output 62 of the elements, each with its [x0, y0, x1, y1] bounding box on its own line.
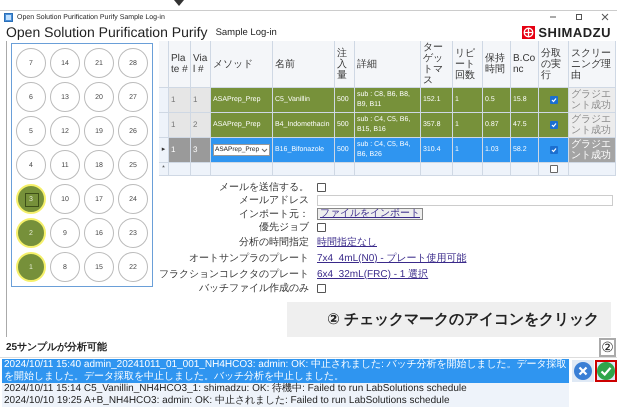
logo-icon [522, 26, 536, 38]
checkbox[interactable] [550, 96, 558, 104]
log-entry[interactable]: 2024/10/11 15:14 C5_Vanillin_NH4HCO3_1: shimadzu: OK: 待機中: Failed to run LabSolutions schedule [2, 383, 569, 395]
field-label: 優先ジョブ [258, 222, 309, 233]
check-icon [550, 122, 556, 128]
table-cell: グラジエント成功 [569, 113, 616, 137]
status-text: 25サンプルが分析可能 [6, 340, 108, 355]
link[interactable]: 6x4_32mL(FRC) - 1 選択 [317, 267, 428, 281]
import-button[interactable]: ファイルをインポート [317, 208, 423, 220]
checkbox[interactable] [550, 121, 558, 129]
checkbox[interactable] [317, 284, 326, 293]
column-header[interactable]: スクリーニング理由 [569, 41, 616, 87]
table-cell: 2 [191, 113, 211, 137]
page-title: Sample Log-in [216, 26, 278, 38]
field-label: オートサンプラのプレート [188, 252, 309, 264]
link[interactable]: 時間指定なし [317, 235, 377, 249]
checkbox[interactable] [317, 183, 326, 192]
field-label: インポート元： [238, 208, 309, 220]
column-header[interactable]: リピート回数 [453, 41, 483, 87]
column-header[interactable]: B.Conc [511, 41, 539, 87]
check-icon [550, 147, 556, 153]
column-header[interactable]: 名前 [273, 41, 335, 87]
column-header[interactable]: Vial # [191, 41, 211, 87]
field-label: フラクションコレクタのプレート [159, 268, 309, 280]
logo-text: SHIMADZU [538, 24, 611, 40]
column-header[interactable]: 分取の実行 [539, 41, 569, 87]
column-header[interactable]: Plate # [169, 41, 191, 87]
column-header[interactable]: 詳細 [355, 41, 421, 87]
checkbox[interactable] [317, 223, 326, 232]
table-cell: 1 [169, 138, 191, 162]
column-header[interactable]: 保持時間 [483, 41, 511, 87]
field-label: 分析の時間指定 [238, 236, 309, 248]
maximize-icon[interactable] [575, 13, 583, 21]
column-header[interactable]: 注入量 [335, 41, 355, 87]
table-cell: グラジエント成功 [569, 88, 616, 112]
close-icon [574, 362, 592, 380]
table-cell: 3 [191, 138, 211, 162]
checkmark-icon [597, 362, 615, 380]
input-field[interactable] [317, 195, 613, 206]
column-header[interactable]: ターゲットマス [421, 41, 453, 87]
link[interactable]: 7x4_4mL(N0) - プレート使用可能 [317, 251, 466, 265]
table-cell: 1 [191, 88, 211, 112]
annotation-text: ② チェックマークのアイコンをクリック [287, 302, 611, 337]
table-cell: 1 [169, 88, 191, 112]
log-entry[interactable]: 2024/10/10 19:25 A+B_NH4HCO3: admin: OK: 中止されました: Failed to run LabSolutions schedule [2, 395, 569, 407]
checkbox[interactable] [550, 146, 558, 154]
check-icon [550, 97, 556, 103]
confirm-button[interactable] [595, 360, 617, 382]
field-label: バッチファイル作成のみ [198, 283, 309, 294]
table-cell: グラジエント成功 [569, 138, 616, 162]
column-header[interactable]: メソッド [211, 41, 273, 87]
app-title: Open Solution Purification Purify [6, 24, 208, 40]
field-label: メールアドレス [238, 195, 309, 206]
checkbox[interactable] [550, 165, 558, 173]
field-label: メールを送信する。 [218, 182, 309, 193]
callout-badge: ② [599, 338, 616, 357]
caret-icon [261, 147, 268, 153]
arrow-down-icon [174, 0, 184, 6]
app-icon [4, 12, 13, 22]
cancel-button[interactable] [572, 360, 594, 382]
table-cell: 1 [169, 113, 191, 137]
close-icon[interactable] [601, 13, 609, 21]
